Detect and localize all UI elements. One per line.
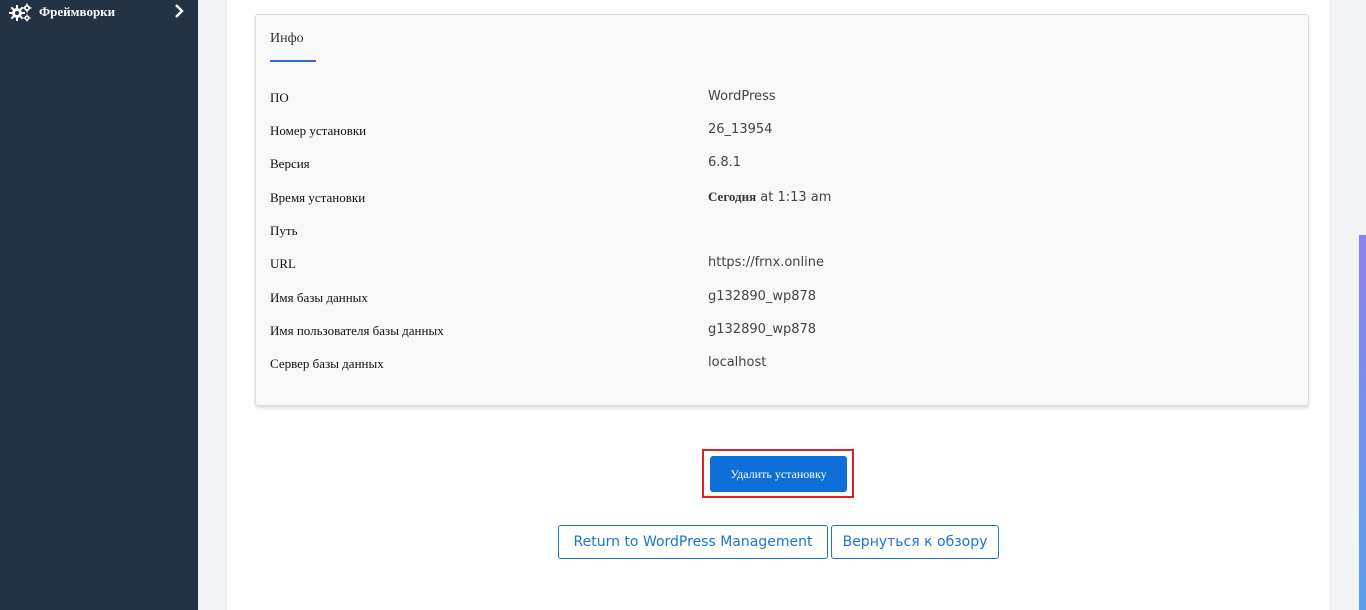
info-value: g132890_wp878: [708, 289, 817, 304]
info-row-db-user: Имя пользователя базы данных g132890_wp8…: [270, 322, 1290, 343]
info-row-version: Версия 6.8.1: [270, 155, 1290, 176]
chevron-right-icon: [175, 4, 184, 18]
tab-underline: [270, 60, 316, 62]
info-key: Имя базы данных: [270, 290, 368, 305]
info-value: localhost: [708, 355, 767, 370]
info-key: Версия: [270, 156, 310, 171]
info-key: Путь: [270, 223, 298, 238]
info-value-bold: Сегодня: [708, 189, 757, 204]
info-key: Имя пользователя базы данных: [270, 323, 444, 338]
tab-info[interactable]: Инфо: [270, 31, 304, 47]
info-key: Номер установки: [270, 123, 367, 138]
info-value: 6.8.1: [708, 155, 742, 170]
delete-installation-button[interactable]: Удалить установку: [710, 456, 847, 492]
scrollbar[interactable]: [1359, 235, 1366, 610]
info-row-url: URL https://frnx.online: [270, 255, 1290, 276]
info-row-db-name: Имя базы данных g132890_wp878: [270, 289, 1290, 310]
info-row-software: ПО WordPress: [270, 89, 1290, 110]
info-value: g132890_wp878: [708, 322, 817, 337]
info-row-path: Путь: [270, 223, 1290, 243]
sidebar-item-frameworks[interactable]: Фреймворки: [0, 0, 198, 26]
sidebar: Фреймворки: [0, 0, 198, 610]
info-value: WordPress: [708, 89, 776, 104]
gears-icon: [9, 3, 32, 22]
info-key: Сервер базы данных: [270, 356, 384, 371]
sidebar-item-label: Фреймворки: [39, 4, 116, 19]
info-row-db-server: Сервер базы данных localhost: [270, 355, 1290, 376]
info-key: Время установки: [270, 190, 366, 205]
back-to-overview-button[interactable]: Вернуться к обзору: [831, 525, 999, 559]
info-panel: Инфо ПО WordPress Номер установки 26_139…: [255, 14, 1309, 406]
info-value: 26_13954: [708, 122, 773, 137]
info-key: ПО: [270, 90, 289, 105]
return-to-wordpress-management-button[interactable]: Return to WordPress Management: [558, 525, 828, 559]
info-key: URL: [270, 256, 296, 271]
info-value: https://frnx.online: [708, 255, 825, 270]
info-row-install-id: Номер установки 26_13954: [270, 122, 1290, 143]
info-row-install-time: Время установки Сегодня at 1:13 am: [270, 189, 1290, 210]
info-value-rest: at 1:13 am: [756, 190, 832, 205]
info-value: Сегодня at 1:13 am: [708, 189, 831, 205]
